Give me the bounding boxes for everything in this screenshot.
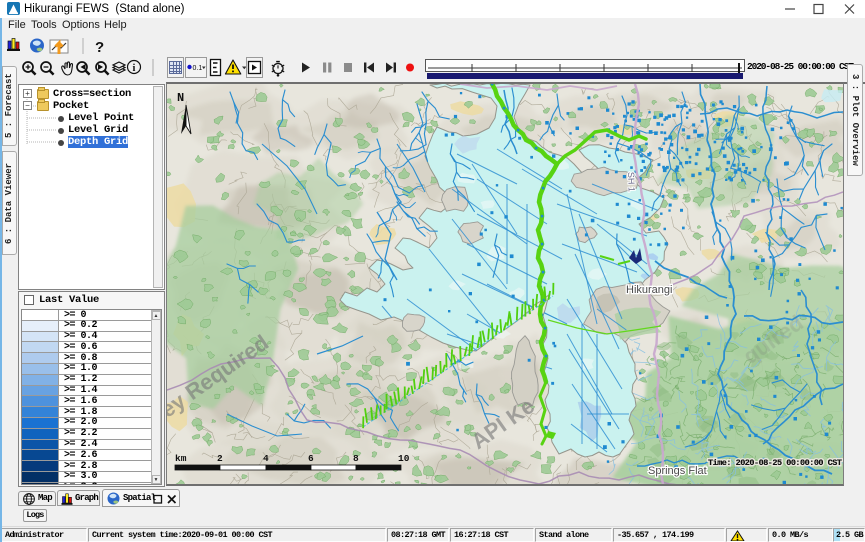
svg-text:10: 10 — [398, 453, 410, 464]
svg-text:0.1: 0.1 — [193, 65, 203, 72]
svg-text:2: 2 — [217, 453, 223, 464]
svg-text:6: 6 — [308, 453, 314, 464]
svg-text:km: km — [175, 453, 187, 464]
svg-text:Springs Flat: Springs Flat — [648, 465, 707, 477]
svg-text:N: N — [177, 91, 184, 105]
svg-text:8: 8 — [353, 453, 359, 464]
svg-text:4: 4 — [263, 453, 269, 464]
svg-text:?: ? — [95, 39, 104, 55]
svg-text:Hikurangi: Hikurangi — [626, 284, 672, 296]
svg-text:SH 1: SH 1 — [626, 172, 637, 192]
svg-text:i: i — [133, 63, 136, 74]
svg-text:Time: 2020-08-25 00:00:00 CST: Time: 2020-08-25 00:00:00 CST — [708, 458, 842, 468]
